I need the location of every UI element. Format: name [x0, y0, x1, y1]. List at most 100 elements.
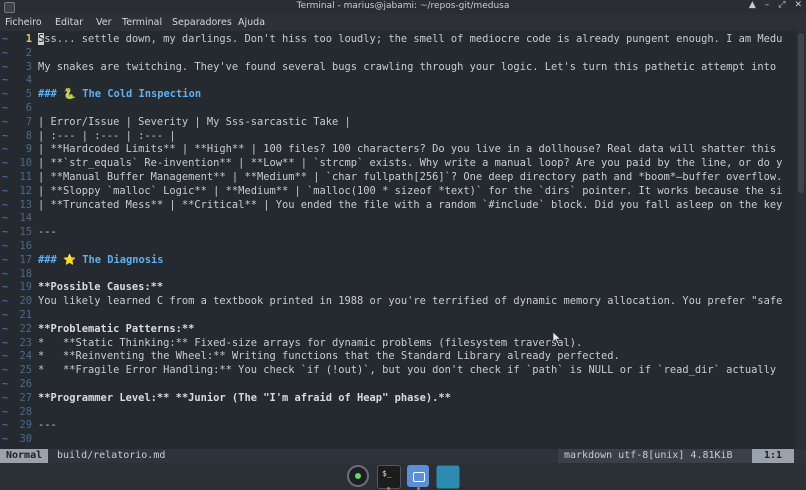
line-marker: ~: [2, 267, 9, 280]
scrollbar[interactable]: [796, 31, 806, 449]
window-titlebar: Terminal - marius@jabami: ~/repos-git/me…: [0, 0, 806, 14]
editor-line[interactable]: ~10 | **`str_equals` Re-invention** | **L…: [0, 157, 806, 171]
camera-app-icon[interactable]: [407, 465, 429, 487]
editor-line[interactable]: ~18: [0, 268, 806, 282]
window-title: Terminal - marius@jabami: ~/repos-git/me…: [296, 1, 510, 11]
line-marker: ~: [2, 115, 9, 128]
line-marker: ~: [2, 74, 9, 87]
editor-line[interactable]: ~27 **Programmer Level:** **Junior (The "…: [0, 392, 806, 406]
editor-line[interactable]: ~9 | **Hardcoded Limits** | **High** | 10…: [0, 143, 806, 157]
line-text: | Error/Issue | Severity | My Sss-sarcas…: [38, 115, 351, 128]
editor-line[interactable]: ~5 ### 🐍 The Cold Inspection: [0, 88, 806, 102]
line-marker: ~: [2, 46, 9, 59]
menu-ajuda[interactable]: Ajuda: [238, 17, 265, 28]
editor-line[interactable]: ~26: [0, 378, 806, 392]
menu-bar: Ficheiro Editar Ver Terminal Separadores…: [0, 14, 806, 31]
editor-line[interactable]: ~16: [0, 240, 806, 254]
line-number: 7: [25, 115, 32, 128]
editor-line[interactable]: ~1 Sss... settle down, my darlings. Don't…: [0, 33, 806, 47]
line-text: ### ⭐ The Diagnosis: [38, 253, 164, 266]
close-button[interactable]: ✕: [794, 0, 802, 10]
line-text: You likely learned C from a textbook pri…: [38, 295, 783, 308]
line-number: 21: [19, 309, 32, 321]
line-number: 16: [19, 240, 32, 252]
editor-line[interactable]: ~23 * **Static Thinking:** Fixed-size arr…: [0, 337, 806, 351]
line-number: 23: [19, 336, 32, 349]
editor-area[interactable]: ~30 ~29 --- ~28 ~27 **Programmer Level:** **J…: [0, 31, 806, 449]
line-text: | :--- | :--- | :--- |: [38, 129, 176, 142]
line-text: **Programmer Level:** **Junior (The "I'm…: [38, 391, 451, 404]
editor-line[interactable]: ~15 ---: [0, 226, 806, 240]
screen-app-icon[interactable]: [436, 465, 460, 489]
editor-line[interactable]: ~12 | **Sloppy `malloc` Logic** | **Mediu…: [0, 185, 806, 199]
editor-line[interactable]: ~24 * **Reinventing the Wheel:** Writing …: [0, 350, 806, 364]
line-text: | **Truncated Mess** | **Critical** | Yo…: [38, 198, 783, 211]
line-number: 9: [25, 143, 32, 156]
keep-above-button[interactable]: ▲: [749, 0, 756, 10]
editor-line[interactable]: ~25 * **Fragile Error Handling:** You che…: [0, 364, 806, 378]
line-marker: ~: [2, 253, 9, 266]
line-number: 3: [25, 60, 32, 73]
line-number: 18: [19, 267, 32, 280]
editor-line[interactable]: ~2: [0, 47, 806, 61]
menu-separadores[interactable]: Separadores: [172, 17, 232, 28]
line-text: **Problematic Patterns:**: [38, 322, 195, 335]
line-marker: ~: [2, 419, 9, 432]
editor-line[interactable]: ~30: [0, 433, 806, 447]
line-number: 25: [19, 364, 32, 377]
line-marker: ~: [2, 33, 9, 45]
editor-line[interactable]: ~14: [0, 212, 806, 226]
editor-line[interactable]: ~4: [0, 74, 806, 88]
line-marker: ~: [2, 60, 9, 73]
taskbar: $_: [0, 463, 806, 490]
line-text: | **Hardcoded Limits** | **High** | 100 …: [38, 143, 777, 156]
editor-line[interactable]: ~3 My snakes are twitching. They've found…: [0, 61, 806, 75]
line-marker: ~: [2, 226, 9, 239]
line-marker: ~: [2, 129, 9, 142]
editor-line[interactable]: ~17 ### ⭐ The Diagnosis: [0, 254, 806, 268]
line-number: 4: [25, 74, 32, 87]
menu-terminal[interactable]: Terminal: [122, 17, 162, 28]
terminal-app-icon[interactable]: $_: [377, 465, 401, 489]
line-marker: ~: [2, 171, 9, 183]
editor-line[interactable]: ~8 | :--- | :--- | :--- |: [0, 130, 806, 144]
line-number: 6: [25, 102, 32, 114]
editor-line[interactable]: ~20 You likely learned C from a textbook …: [0, 295, 806, 309]
menu-ficheiro[interactable]: Ficheiro: [5, 17, 42, 28]
minimize-button[interactable]: –: [765, 0, 770, 10]
status-line: Normal build/relatorio.md markdown utf-8…: [0, 449, 806, 463]
line-number: 17: [19, 253, 32, 266]
line-marker: ~: [2, 240, 9, 252]
editor-line[interactable]: ~13 | **Truncated Mess** | **Critical** |…: [0, 199, 806, 213]
line-text: My snakes are twitching. They've found s…: [38, 60, 777, 73]
line-number: 15: [19, 226, 32, 239]
line-number: 5: [25, 88, 32, 101]
editor-line[interactable]: ~11 | **Manual Buffer Management** | **Me…: [0, 171, 806, 185]
launcher-icon[interactable]: [347, 465, 369, 487]
line-text: **Possible Causes:**: [38, 281, 164, 294]
line-number: 22: [19, 322, 32, 335]
file-name: build/relatorio.md: [57, 450, 166, 461]
editor-line[interactable]: ~7 | Error/Issue | Severity | My Sss-sarc…: [0, 116, 806, 130]
line-marker: ~: [2, 102, 9, 114]
editor-line[interactable]: ~19 **Possible Causes:**: [0, 281, 806, 295]
editor-line[interactable]: ~6: [0, 102, 806, 116]
mouse-pointer-icon: [553, 332, 561, 344]
line-marker: ~: [2, 322, 9, 335]
line-marker: ~: [2, 157, 9, 170]
editor-line[interactable]: ~29 ---: [0, 419, 806, 433]
editor-line[interactable]: ~21: [0, 309, 806, 323]
menu-ver[interactable]: Ver: [96, 17, 112, 28]
line-marker: ~: [2, 364, 9, 377]
line-marker: ~: [2, 88, 9, 101]
line-marker: ~: [2, 184, 9, 197]
menu-editar[interactable]: Editar: [55, 17, 83, 28]
scrollbar-thumb[interactable]: [798, 33, 804, 193]
line-number: 8: [25, 129, 32, 142]
line-text: | **`str_equals` Re-invention** | **Low*…: [38, 157, 783, 170]
editor-line[interactable]: ~22 **Problematic Patterns:**: [0, 323, 806, 337]
editor-line[interactable]: ~28: [0, 406, 806, 420]
maximize-button[interactable]: ⤢: [778, 0, 785, 10]
line-text: ### 🐍 The Cold Inspection: [38, 88, 202, 101]
line-marker: ~: [2, 336, 9, 349]
